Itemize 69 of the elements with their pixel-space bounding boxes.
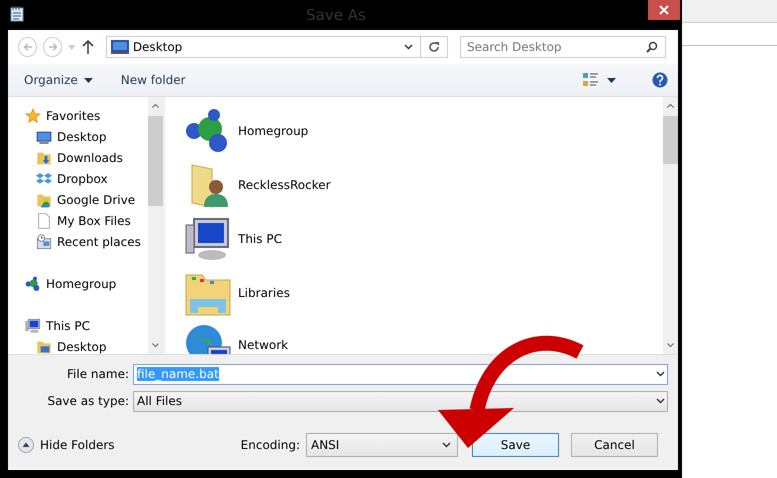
file-name-label: File name:	[66, 367, 130, 381]
computer-icon	[184, 215, 232, 263]
folder-item[interactable]: Homegroup	[184, 107, 663, 155]
nav-item[interactable]: Dropbox	[25, 168, 148, 189]
save-as-type-label: Save as type:	[46, 394, 130, 408]
computer-icon	[25, 318, 41, 334]
nav-item[interactable]: Desktop	[25, 336, 148, 354]
scroll-down-icon	[667, 343, 674, 348]
folder-triangle-icon	[36, 192, 52, 208]
nav-item[interactable]: My Box Files	[25, 210, 148, 231]
nav-item[interactable]: Recent places	[25, 231, 148, 252]
help-icon	[652, 72, 668, 88]
close-icon	[659, 5, 669, 15]
nav-item[interactable]: This PC	[25, 315, 148, 336]
scroll-up-icon	[667, 103, 674, 108]
folder-item[interactable]: Libraries	[184, 269, 663, 317]
recent-locations-caret-icon[interactable]	[68, 44, 76, 50]
monitor-icon	[36, 128, 52, 144]
close-button[interactable]	[648, 0, 680, 20]
recent-places-icon	[36, 234, 52, 250]
caret-icon	[442, 442, 451, 448]
scroll-up-icon	[152, 103, 159, 108]
nav-item[interactable]: Desktop	[25, 126, 148, 147]
encoding-dropdown[interactable]: ANSI	[306, 433, 458, 457]
scrollbar-thumb[interactable]	[663, 116, 678, 164]
scroll-down-icon	[152, 343, 159, 348]
nav-item[interactable]: Favorites	[25, 105, 148, 126]
help-button[interactable]	[652, 72, 668, 88]
caret-icon	[404, 44, 413, 50]
refresh-icon	[428, 41, 440, 53]
scrollbar-thumb[interactable]	[148, 116, 163, 206]
nav-item[interactable]: Google Drive	[25, 189, 148, 210]
caret-icon	[656, 398, 664, 404]
collapse-icon	[18, 437, 34, 453]
encoding-label: Encoding:	[240, 438, 300, 452]
folder-icon	[36, 338, 52, 354]
hide-folders-button[interactable]: Hide Folders	[18, 437, 115, 453]
save-as-type-dropdown[interactable]: All Files	[133, 390, 668, 412]
forward-arrow-icon	[48, 42, 58, 52]
folder-download-icon	[36, 150, 52, 166]
search-icon	[646, 41, 658, 53]
up-button[interactable]	[82, 40, 94, 54]
dialog-button[interactable]: Save	[472, 433, 559, 457]
new-folder-button[interactable]: New folder	[114, 69, 192, 91]
star-icon	[25, 108, 41, 124]
dialog-button[interactable]: Cancel	[571, 433, 658, 457]
refresh-button[interactable]	[421, 36, 448, 58]
content-scrollbar[interactable]	[663, 97, 678, 354]
forward-button[interactable]	[43, 37, 62, 57]
caret-icon	[607, 78, 616, 82]
organize-menu[interactable]: Organize	[18, 69, 99, 91]
search-field[interactable]: Search Desktop	[460, 36, 666, 58]
folder-item[interactable]: This PC	[184, 215, 663, 263]
monitor-icon	[110, 40, 129, 54]
back-button[interactable]	[18, 37, 38, 57]
view-list-icon	[583, 73, 599, 87]
caret-icon	[656, 371, 664, 377]
notepad-icon	[10, 6, 24, 22]
document-icon	[36, 212, 52, 228]
address-field[interactable]: Desktop	[106, 36, 422, 58]
nav-item[interactable]: Homegroup	[25, 273, 148, 294]
open-box-icon	[36, 170, 52, 186]
network-spheres-icon	[25, 276, 41, 292]
nav-item[interactable]: Downloads	[25, 147, 148, 168]
up-arrow-icon	[82, 40, 94, 54]
back-arrow-icon	[22, 42, 33, 52]
folder-item[interactable]: RecklessRocker	[184, 161, 663, 209]
caret-icon	[84, 78, 93, 82]
navigation-scrollbar[interactable]	[148, 97, 163, 354]
